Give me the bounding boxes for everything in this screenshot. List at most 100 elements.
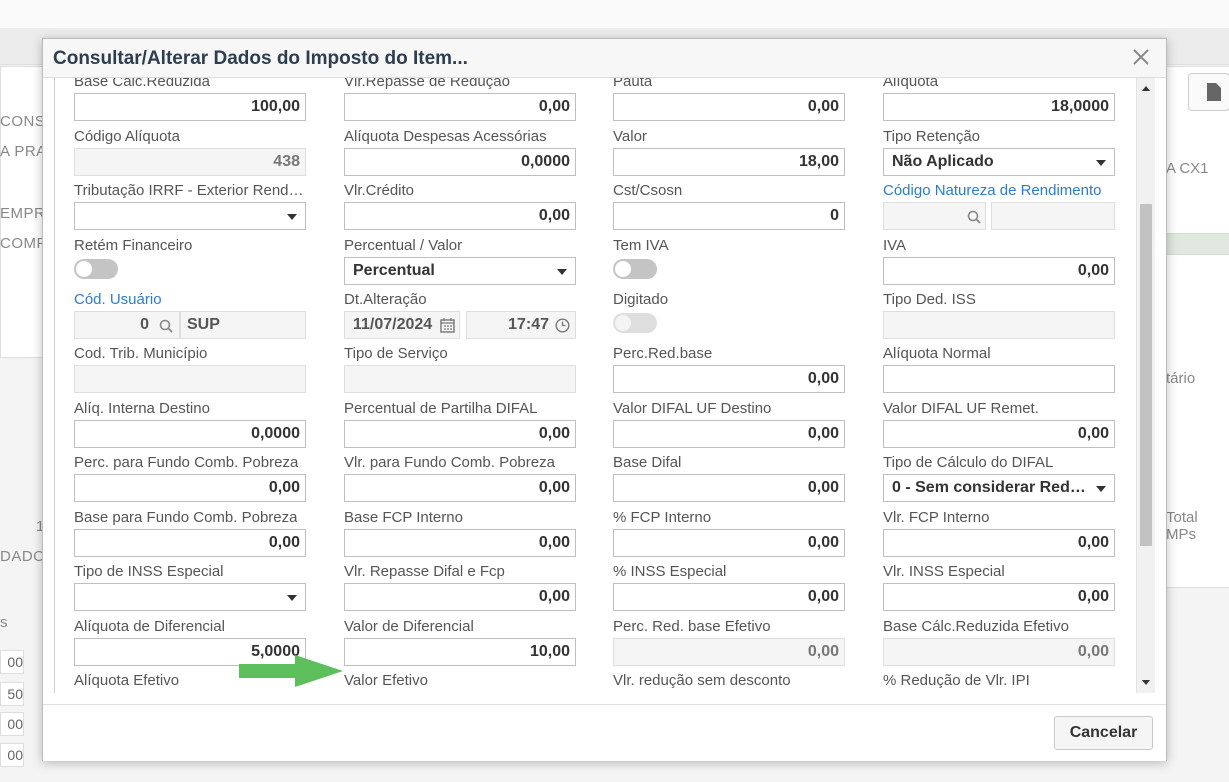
iva-input[interactable]: 0,00 <box>883 257 1115 285</box>
field-label: Cod. Trib. Município <box>74 345 208 362</box>
aliquota-normal-input[interactable] <box>883 365 1115 393</box>
field-label: Alíq. Interna Destino <box>74 400 210 417</box>
cancel-button[interactable]: Cancelar <box>1054 716 1153 750</box>
valor-input[interactable]: 18,00 <box>613 148 845 176</box>
field-label: Vlr. FCP Interno <box>883 509 990 526</box>
field-label: Digitado <box>613 291 669 308</box>
cod-usuario-name: SUP <box>180 311 306 339</box>
perc-fundo-comb-input[interactable]: 0,00 <box>74 474 306 502</box>
background-number: 00 <box>0 712 24 736</box>
background-right-text: tário <box>1166 370 1196 387</box>
vlr-fundo-comb-input[interactable]: 0,00 <box>344 474 576 502</box>
tipo-retencao-select[interactable]: Não Aplicado <box>883 148 1115 176</box>
percentual-valor-select[interactable]: Percentual <box>344 257 576 285</box>
base-calc-reduzida-input[interactable]: 100,00 <box>74 93 306 121</box>
field-label: Pauta <box>613 78 653 90</box>
codigo-natureza-description <box>991 202 1115 230</box>
valor-difal-uf-destino-input[interactable]: 0,00 <box>613 420 845 448</box>
field-label: Base Cálc.Reduzida Efetivo <box>883 618 1069 635</box>
field-label: Tipo de INSS Especial <box>74 563 224 580</box>
perc-red-base-efetivo-input: 0,00 <box>613 638 845 666</box>
tipo-calculo-difal-select[interactable]: 0 - Sem considerar Redução <box>883 474 1115 502</box>
vlr-inss-especial-input[interactable]: 0,00 <box>883 583 1115 611</box>
digitado-toggle <box>613 313 657 333</box>
select-value: Percentual <box>353 262 435 279</box>
perc-red-base-input[interactable]: 0,00 <box>613 365 845 393</box>
field-label-link[interactable]: Código Natureza de Rendimento <box>883 182 1101 199</box>
green-arrow-annotation <box>239 655 343 687</box>
tipo-inss-especial-select[interactable] <box>74 583 306 611</box>
field-label: Perc. para Fundo Comb. Pobreza <box>74 454 299 471</box>
valor-difal-uf-remet-input[interactable]: 0,00 <box>883 420 1115 448</box>
scroll-thumb[interactable] <box>1140 204 1152 546</box>
toggle-knob <box>76 261 92 277</box>
aliq-interna-destino-input[interactable]: 0,0000 <box>74 420 306 448</box>
field-label: Vlr. para Fundo Comb. Pobreza <box>344 454 555 471</box>
chevron-down-icon <box>1096 160 1106 166</box>
background-left-text: DADO <box>0 548 46 565</box>
date-value: 11/07/2024 <box>353 316 433 333</box>
vlr-repasse-difal-fcp-input[interactable]: 0,00 <box>344 583 576 611</box>
percentual-partilha-input[interactable]: 0,00 <box>344 420 576 448</box>
background-number: 00 <box>0 743 24 767</box>
perc-fcp-interno-input[interactable]: 0,00 <box>613 529 845 557</box>
base-fcp-interno-input[interactable]: 0,00 <box>344 529 576 557</box>
field-label: % Redução de Vlr. IPI <box>883 672 1030 689</box>
field-label: % FCP Interno <box>613 509 712 526</box>
field-label: Valor <box>613 128 647 145</box>
modal-header: Consultar/Alterar Dados do Imposto do It… <box>43 39 1166 78</box>
search-icon[interactable] <box>159 319 173 333</box>
dt-alteracao-date: 11/07/2024 <box>344 311 460 339</box>
scroll-down-arrow[interactable] <box>1137 673 1155 693</box>
toggle-knob <box>615 261 631 277</box>
perc-inss-especial-input[interactable]: 0,00 <box>613 583 845 611</box>
vlr-fcp-interno-input[interactable]: 0,00 <box>883 529 1115 557</box>
tem-iva-toggle[interactable] <box>613 259 657 279</box>
base-fundo-comb-input[interactable]: 0,00 <box>74 529 306 557</box>
pauta-input[interactable]: 0,00 <box>613 93 845 121</box>
chevron-down-icon <box>1096 486 1106 492</box>
clock-icon <box>555 318 570 333</box>
background-export-button[interactable] <box>1188 73 1229 111</box>
aliquota-despesas-input[interactable]: 0,0000 <box>344 148 576 176</box>
base-calc-reduzida-efetivo-input: 0,00 <box>883 638 1115 666</box>
modal-scrollbar[interactable] <box>1136 78 1155 693</box>
triangle-up-icon <box>1142 86 1150 91</box>
dt-alteracao-time: 17:47 <box>466 311 576 339</box>
chevron-down-icon <box>287 214 297 220</box>
field-label: Tipo Retenção <box>883 128 981 145</box>
field-label: Valor DIFAL UF Destino <box>613 400 772 417</box>
field-label: Cst/Csosn <box>613 182 683 199</box>
base-difal-input[interactable]: 0,00 <box>613 474 845 502</box>
field-label-link[interactable]: Cód. Usuário <box>74 291 162 308</box>
field-label: Percentual de Partilha DIFAL <box>344 400 538 417</box>
cod-usuario-code: 0 <box>140 316 149 333</box>
close-button[interactable] <box>1130 46 1152 68</box>
modal-title: Consultar/Alterar Dados do Imposto do It… <box>53 48 468 69</box>
chevron-down-icon <box>557 269 567 275</box>
field-label: Alíquota de Diferencial <box>74 618 225 635</box>
background-left-text: A PRA <box>0 143 47 160</box>
cst-csosn-input[interactable]: 0 <box>613 202 845 230</box>
field-label: Valor de Diferencial <box>344 618 474 635</box>
search-icon[interactable] <box>967 210 981 224</box>
scroll-up-arrow[interactable] <box>1137 78 1155 98</box>
vlr-repasse-reducao-input[interactable]: 0,00 <box>344 93 576 121</box>
field-label: Vlr. INSS Especial <box>883 563 1005 580</box>
field-label: % INSS Especial <box>613 563 727 580</box>
codigo-aliquota-input: 438 <box>74 148 306 176</box>
codigo-natureza-input[interactable] <box>883 202 986 230</box>
cod-trib-municipio-input <box>74 365 306 393</box>
tributacao-irrf-select[interactable] <box>74 202 306 230</box>
body-divider <box>54 78 55 693</box>
modal-footer: Cancelar <box>43 704 1166 761</box>
field-label: Perc.Red.base <box>613 345 713 362</box>
calendar-icon <box>440 318 455 333</box>
aliquota-input[interactable]: 18,0000 <box>883 93 1115 121</box>
valor-diferencial-input[interactable]: 10,00 <box>344 638 576 666</box>
modal-body[interactable]: Base Calc.Reduzida 100,00 Vlr.Repasse de… <box>43 78 1166 704</box>
vlr-credito-input[interactable]: 0,00 <box>344 202 576 230</box>
tipo-servico-input <box>344 365 576 393</box>
field-label: Base Difal <box>613 454 682 471</box>
retem-financeiro-toggle[interactable] <box>74 259 118 279</box>
